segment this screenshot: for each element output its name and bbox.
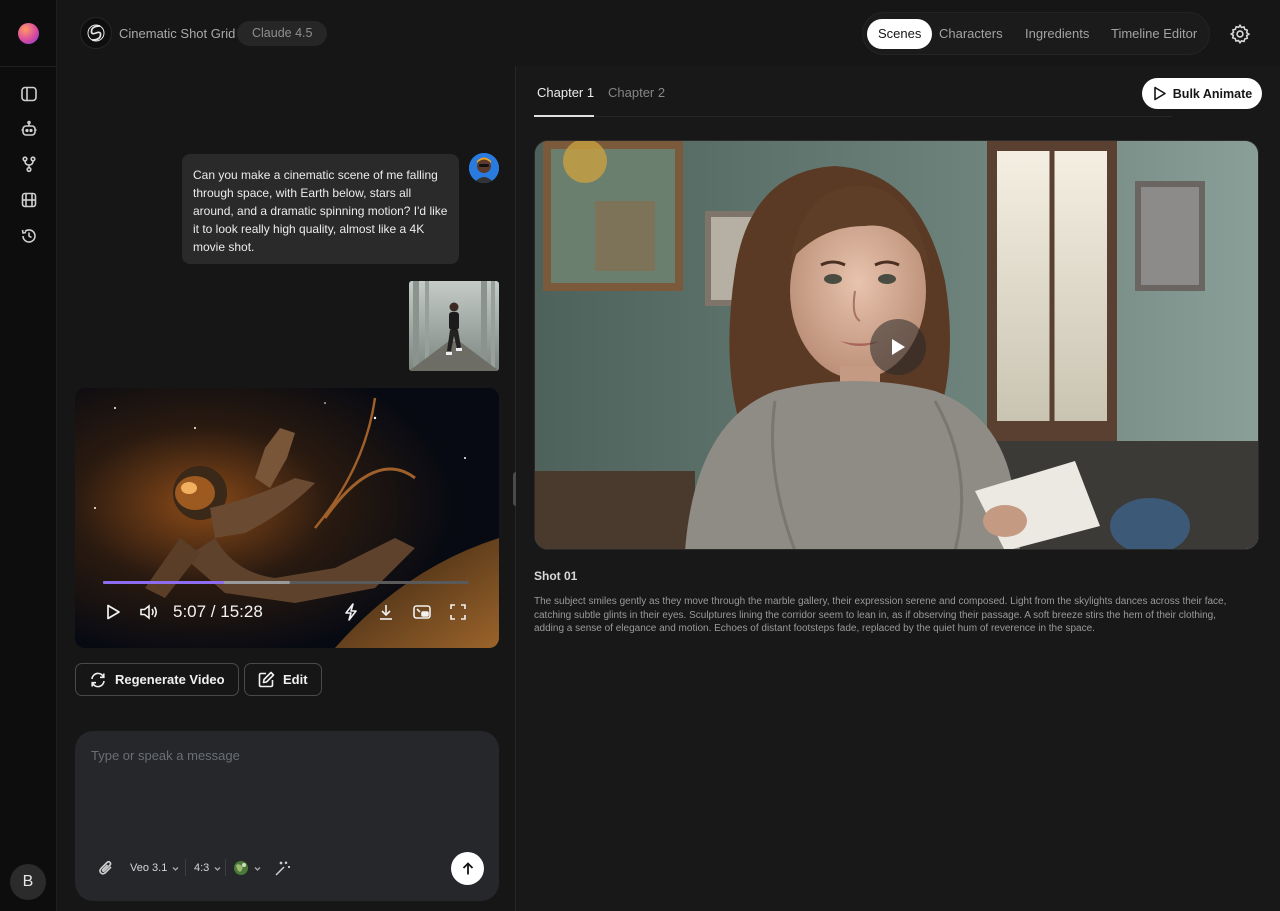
fullscreen-icon[interactable] xyxy=(447,601,469,623)
tab-chapter-2[interactable]: Chapter 2 xyxy=(608,85,665,100)
regenerate-video-label: Regenerate Video xyxy=(115,672,225,687)
composer-separator xyxy=(225,859,226,876)
brand-logo-icon[interactable] xyxy=(18,23,39,44)
composer-separator xyxy=(185,859,186,876)
robot-icon[interactable] xyxy=(17,117,41,141)
chevron-down-icon xyxy=(214,866,221,871)
bulk-animate-label: Bulk Animate xyxy=(1172,86,1253,101)
tab-timeline-editor[interactable]: Timeline Editor xyxy=(1111,19,1197,49)
style-selector[interactable] xyxy=(233,858,262,878)
main-nav: Scenes Characters Ingredients Timeline E… xyxy=(862,12,1210,55)
video-timecode: 5:07 / 15:28 xyxy=(173,602,263,621)
edit-label: Edit xyxy=(283,672,308,687)
progress-played xyxy=(103,581,224,584)
play-icon xyxy=(892,339,905,355)
model-selector-label: Veo 3.1 xyxy=(130,862,168,874)
app-logo-icon[interactable] xyxy=(80,17,112,49)
history-icon[interactable] xyxy=(17,224,41,248)
user-avatar xyxy=(469,153,499,183)
user-avatar-button[interactable]: B xyxy=(10,864,46,900)
model-badge[interactable]: Claude 4.5 xyxy=(237,21,328,46)
globe-style-icon xyxy=(234,861,248,875)
regenerate-video-button[interactable]: Regenerate Video xyxy=(75,663,239,696)
play-icon xyxy=(1153,86,1166,101)
branch-icon[interactable] xyxy=(17,152,41,176)
video-progress-bar[interactable] xyxy=(103,581,469,584)
film-icon[interactable] xyxy=(17,188,41,212)
play-icon[interactable] xyxy=(102,601,124,623)
aspect-ratio-label: 4:3 xyxy=(194,862,210,874)
lightning-icon[interactable] xyxy=(340,601,362,623)
message-input[interactable]: Type or speak a message xyxy=(91,748,240,763)
send-button[interactable] xyxy=(451,852,484,885)
reference-image-thumbnail[interactable] xyxy=(409,281,499,371)
app-title: Cinematic Shot Grid xyxy=(119,26,236,41)
scenes-panel: Chapter 1 Chapter 2 Bulk Animate Shot 01… xyxy=(516,66,1280,911)
edit-button[interactable]: Edit xyxy=(244,663,322,696)
arrow-up-icon xyxy=(462,861,473,874)
rail-divider xyxy=(0,66,57,67)
chapter-tabs-divider xyxy=(534,116,1172,117)
scene-play-button[interactable] xyxy=(870,319,926,375)
chevron-down-icon xyxy=(254,866,261,871)
aspect-ratio-selector[interactable]: 4:3 xyxy=(194,858,222,878)
settings-gear-icon[interactable] xyxy=(1227,21,1253,47)
refresh-icon xyxy=(91,672,105,687)
bulk-animate-button[interactable]: Bulk Animate xyxy=(1142,78,1262,109)
model-selector[interactable]: Veo 3.1 xyxy=(130,858,180,878)
attach-paperclip-icon[interactable] xyxy=(97,858,115,878)
shot-title: Shot 01 xyxy=(534,569,578,583)
message-composer[interactable]: Type or speak a message Veo 3.1 4:3 xyxy=(75,731,499,901)
user-message-bubble: Can you make a cinematic scene of me fal… xyxy=(182,154,459,264)
picture-in-picture-icon[interactable] xyxy=(411,601,433,623)
tab-ingredients[interactable]: Ingredients xyxy=(1025,19,1089,49)
generated-video-player[interactable]: 5:07 / 15:28 xyxy=(75,388,499,648)
active-chapter-indicator xyxy=(534,115,594,117)
panel-icon[interactable] xyxy=(17,82,41,106)
chat-panel: Can you make a cinematic scene of me fal… xyxy=(57,66,515,911)
tab-chapter-1[interactable]: Chapter 1 xyxy=(537,85,594,100)
shot-description: The subject smiles gently as they move t… xyxy=(534,596,1227,634)
edit-icon xyxy=(258,671,275,688)
top-bar: Cinematic Shot Grid Claude 4.5 Scenes Ch… xyxy=(57,0,1280,66)
left-rail: B xyxy=(0,0,57,911)
magic-wand-icon[interactable] xyxy=(274,858,291,878)
user-initial: B xyxy=(22,873,34,890)
tab-scenes[interactable]: Scenes xyxy=(867,19,933,49)
scene-shot-preview[interactable] xyxy=(534,140,1259,550)
volume-icon[interactable] xyxy=(138,601,160,623)
download-icon[interactable] xyxy=(375,601,397,623)
tab-characters[interactable]: Characters xyxy=(939,19,1003,49)
chevron-down-icon xyxy=(172,866,179,871)
